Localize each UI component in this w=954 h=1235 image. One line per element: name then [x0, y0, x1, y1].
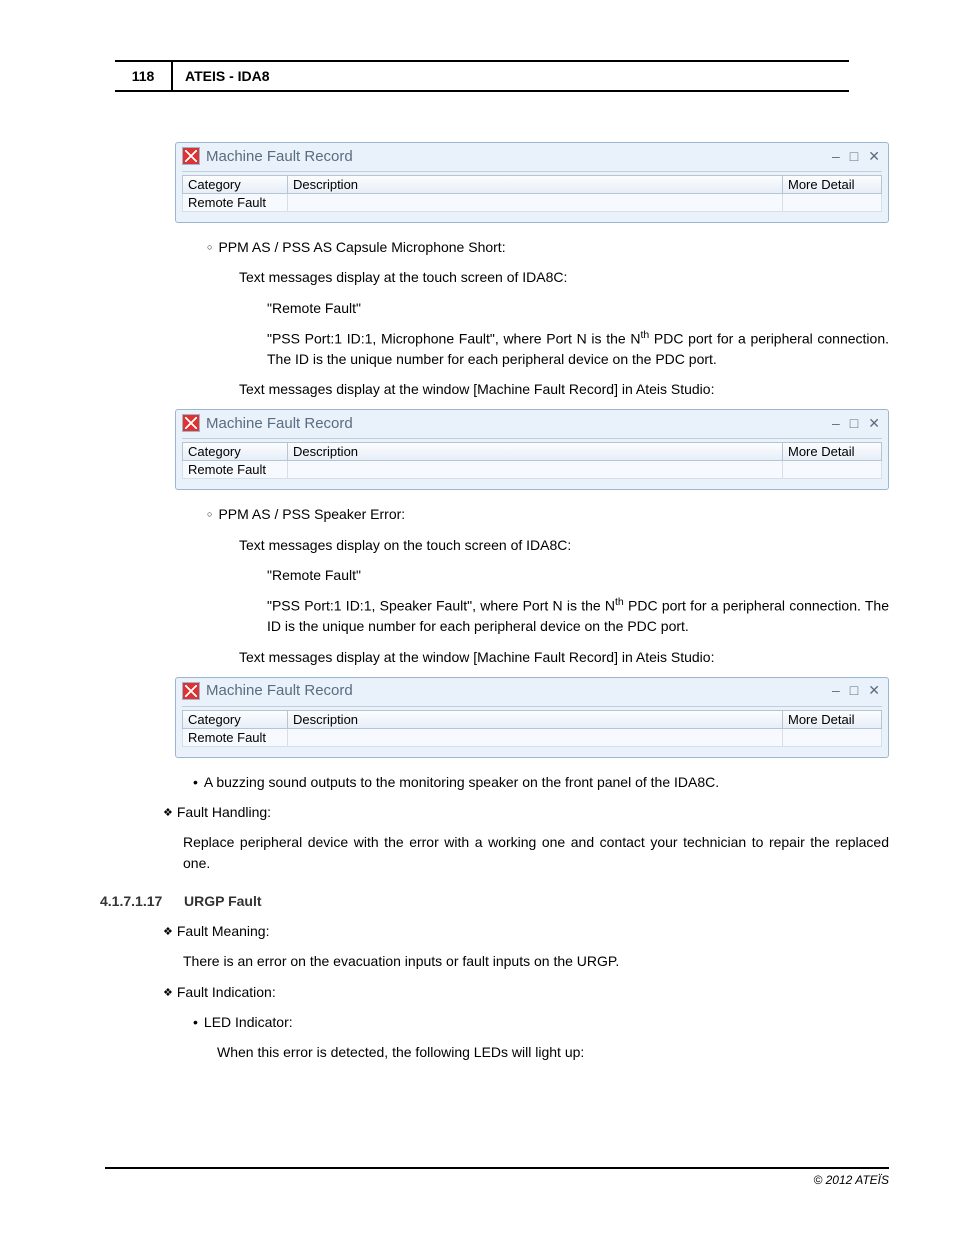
col-description[interactable]: Description [287, 442, 782, 461]
body-text: Replace peripheral device with the error… [183, 832, 889, 873]
cell-description [287, 461, 782, 479]
machine-fault-record-window: Machine Fault Record – □ ✕ Category Desc… [175, 409, 889, 490]
body-text: "Remote Fault" [267, 298, 889, 318]
maximize-icon[interactable]: □ [850, 415, 858, 432]
cell-category: Remote Fault [182, 729, 287, 747]
page-number: 118 [115, 62, 173, 90]
minimize-icon[interactable]: – [832, 682, 840, 699]
topic-heading: PPM AS / PSS AS Capsule Microphone Short… [207, 237, 889, 257]
cell-category: Remote Fault [182, 194, 287, 212]
cell-detail [782, 194, 882, 212]
led-label: LED Indicator: [193, 1012, 889, 1032]
col-category[interactable]: Category [182, 710, 287, 729]
topic-heading: PPM AS / PSS Speaker Error: [207, 504, 889, 524]
page-header: 118 ATEIS - IDA8 [115, 60, 849, 92]
page-footer: © 2012 ATEÏS [105, 1167, 889, 1187]
col-category[interactable]: Category [182, 442, 287, 461]
col-more-detail[interactable]: More Detail [782, 442, 882, 461]
body-text: Text messages display at the touch scree… [239, 267, 889, 287]
body-text: There is an error on the evacuation inpu… [183, 951, 889, 971]
cell-description [287, 729, 782, 747]
fault-indication-label: Fault Indication: [163, 982, 889, 1002]
cell-description [287, 194, 782, 212]
section-heading: 4.1.7.1.17URGP Fault [100, 893, 889, 909]
col-category[interactable]: Category [182, 175, 287, 194]
col-more-detail[interactable]: More Detail [782, 710, 882, 729]
maximize-icon[interactable]: □ [850, 682, 858, 699]
app-icon [182, 147, 200, 165]
body-text: "PSS Port:1 ID:1, Speaker Fault", where … [267, 595, 889, 636]
body-text: A buzzing sound outputs to the monitorin… [193, 772, 889, 792]
cell-detail [782, 461, 882, 479]
cell-detail [782, 729, 882, 747]
app-icon [182, 414, 200, 432]
maximize-icon[interactable]: □ [850, 148, 858, 165]
window-title: Machine Fault Record [206, 682, 832, 699]
minimize-icon[interactable]: – [832, 148, 840, 165]
body-text: "PSS Port:1 ID:1, Microphone Fault", whe… [267, 328, 889, 369]
fault-meaning-label: Fault Meaning: [163, 921, 889, 941]
window-title: Machine Fault Record [206, 415, 832, 432]
close-icon[interactable]: ✕ [868, 415, 880, 432]
window-title: Machine Fault Record [206, 148, 832, 165]
body-text: "Remote Fault" [267, 565, 889, 585]
app-icon [182, 682, 200, 700]
table-row[interactable]: Remote Fault [182, 729, 882, 747]
machine-fault-record-window: Machine Fault Record – □ ✕ Category Desc… [175, 677, 889, 758]
cell-category: Remote Fault [182, 461, 287, 479]
body-text: Text messages display at the window [Mac… [239, 379, 889, 399]
minimize-icon[interactable]: – [832, 415, 840, 432]
fault-table: Category Description More Detail Remote … [182, 175, 882, 212]
close-icon[interactable]: ✕ [868, 148, 880, 165]
table-row[interactable]: Remote Fault [182, 194, 882, 212]
body-text: When this error is detected, the followi… [217, 1042, 889, 1062]
col-description[interactable]: Description [287, 710, 782, 729]
close-icon[interactable]: ✕ [868, 682, 880, 699]
body-text: Text messages display on the touch scree… [239, 535, 889, 555]
machine-fault-record-window: Machine Fault Record – □ ✕ Category Desc… [175, 142, 889, 223]
col-more-detail[interactable]: More Detail [782, 175, 882, 194]
fault-table: Category Description More Detail Remote … [182, 710, 882, 747]
body-text: Text messages display at the window [Mac… [239, 647, 889, 667]
col-description[interactable]: Description [287, 175, 782, 194]
table-row[interactable]: Remote Fault [182, 461, 882, 479]
fault-handling-label: Fault Handling: [163, 802, 889, 822]
header-title: ATEIS - IDA8 [173, 62, 282, 90]
fault-table: Category Description More Detail Remote … [182, 442, 882, 479]
